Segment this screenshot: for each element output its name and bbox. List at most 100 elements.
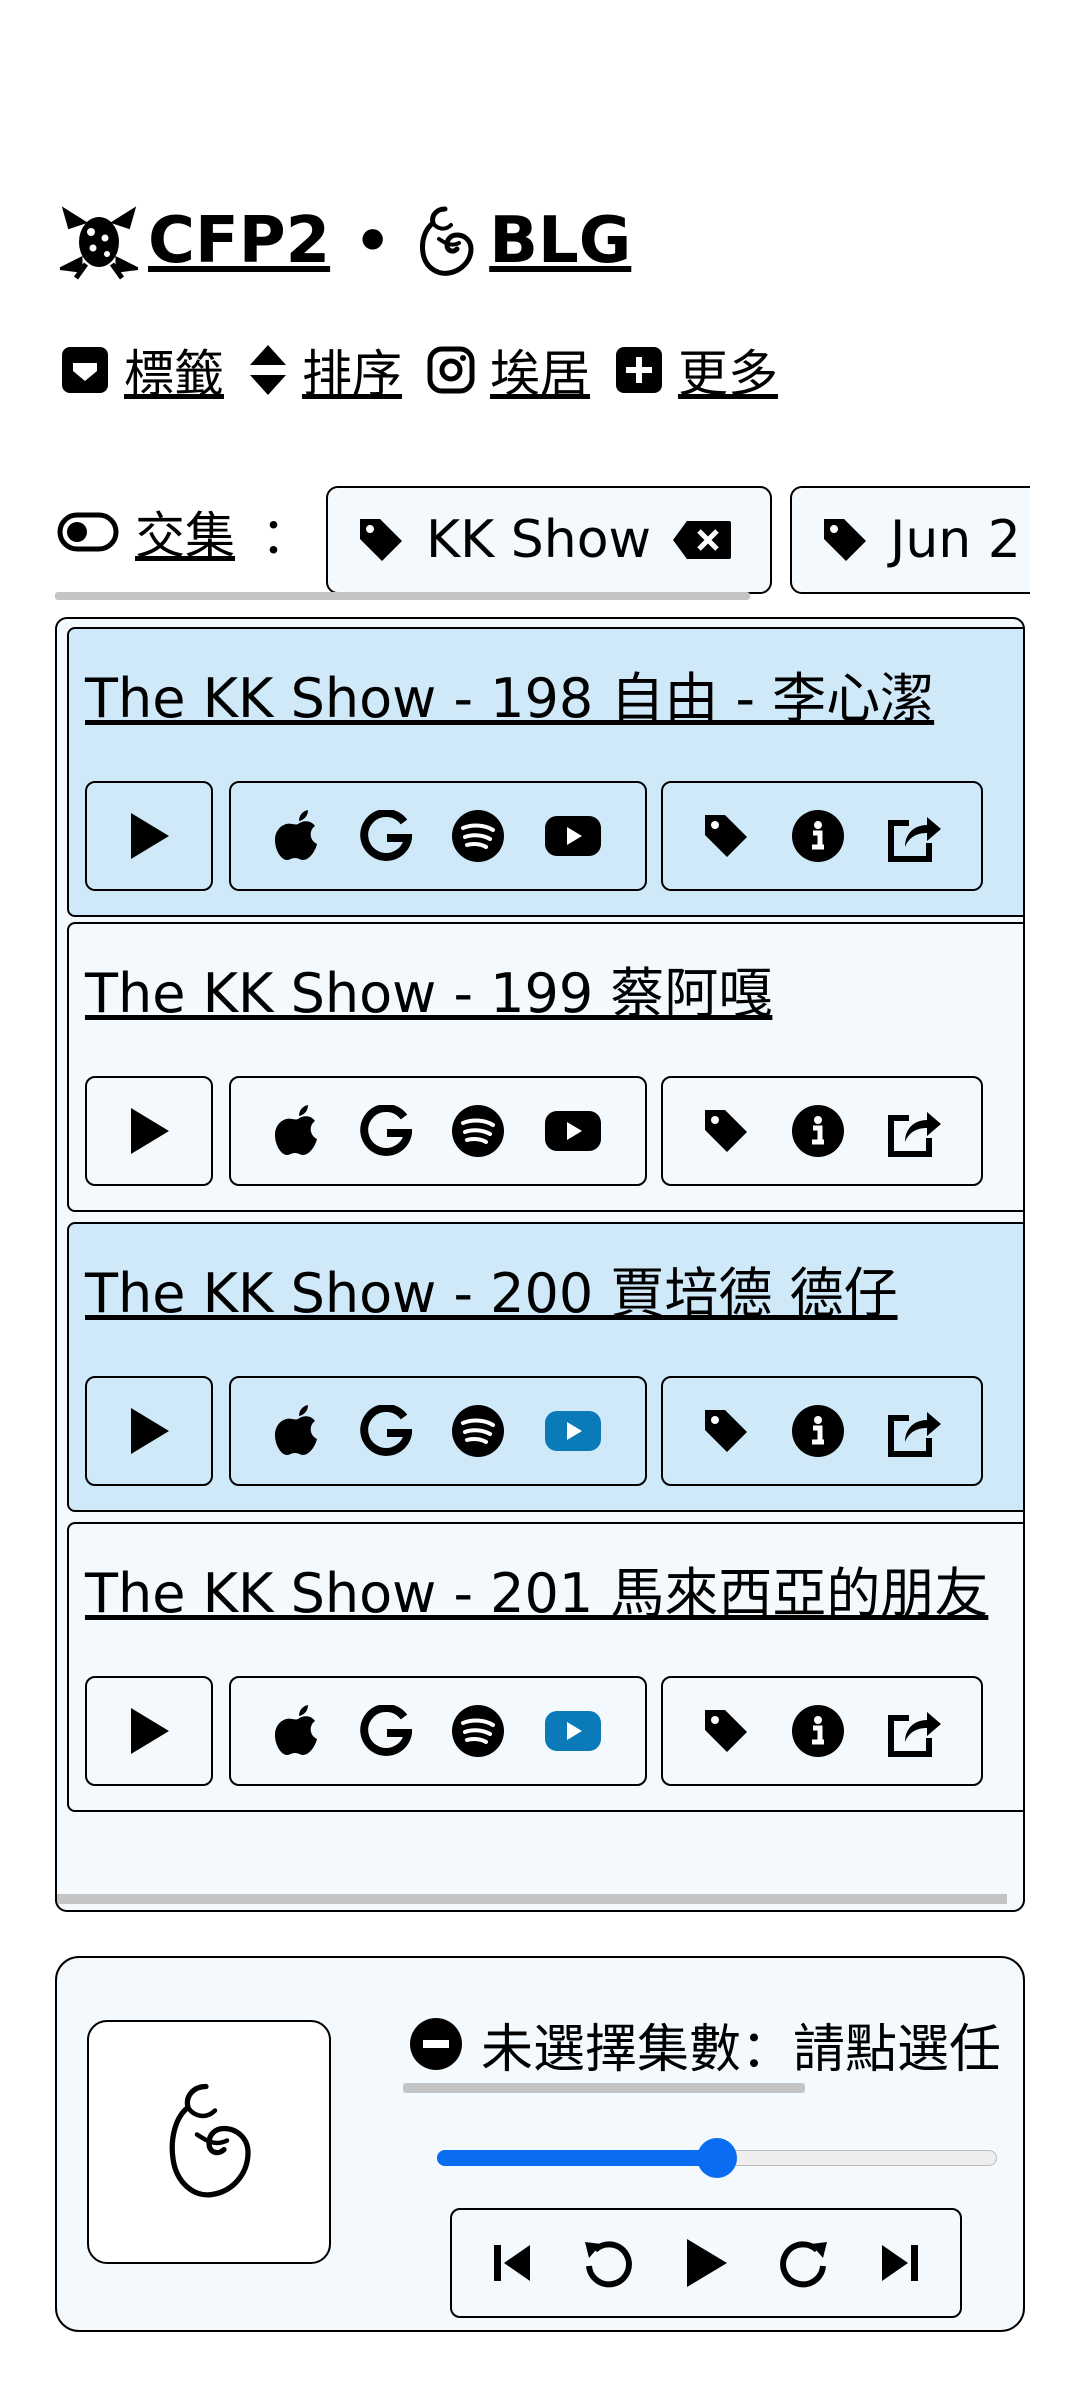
spotify-icon[interactable] — [451, 809, 505, 863]
ok-hand-icon — [169, 2083, 251, 2198]
filter-chip[interactable]: KK Show — [326, 486, 772, 594]
ok-hand-icon — [415, 203, 479, 279]
menu-sort[interactable]: 排序 — [248, 334, 402, 406]
list-scrollbar[interactable] — [57, 1894, 1007, 1904]
filter-chip[interactable]: Jun 2 — [790, 486, 1030, 594]
status-scrollbar[interactable] — [403, 2083, 805, 2093]
rewind-icon[interactable] — [581, 2236, 635, 2290]
app-header: CFP2 • BLG — [60, 196, 631, 286]
brand-link[interactable]: CFP2 — [148, 209, 330, 273]
episode-card: The KK Show - 201 馬來西亞的朋友 — [67, 1522, 1023, 1812]
now-playing-status: 未選擇集數：請點選任 — [409, 2014, 1021, 2074]
skip-back-icon[interactable] — [490, 2241, 534, 2285]
tag-icon[interactable] — [701, 1706, 751, 1756]
spotify-icon[interactable] — [451, 1404, 505, 1458]
share-icon[interactable] — [885, 1404, 943, 1458]
section-link[interactable]: BLG — [489, 209, 631, 273]
tag-icon[interactable] — [701, 811, 751, 861]
share-icon[interactable] — [885, 809, 943, 863]
top-menu: 標籤 排序 埃居 更多 — [60, 330, 802, 410]
episode-card: The KK Show - 199 蔡阿嘎 — [67, 922, 1023, 1212]
apple-icon[interactable] — [274, 810, 321, 862]
spotify-icon[interactable] — [451, 1104, 505, 1158]
tag-icon[interactable] — [701, 1406, 751, 1456]
spotify-icon[interactable] — [451, 1704, 505, 1758]
info-icon[interactable] — [791, 809, 845, 863]
intersection-label: 交集 — [135, 507, 235, 565]
tag-square-icon — [60, 345, 110, 395]
skip-forward-icon[interactable] — [878, 2241, 922, 2285]
apple-icon[interactable] — [274, 1405, 321, 1457]
episode-card: The KK Show - 198 自由 - 李心潔 — [67, 627, 1023, 917]
play-icon — [131, 1708, 169, 1754]
episode-tools — [661, 1076, 983, 1186]
platform-links — [229, 1076, 647, 1186]
episode-title[interactable]: The KK Show - 201 馬來西亞的朋友 — [85, 1562, 988, 1627]
frog-icon — [60, 202, 138, 280]
episode-title[interactable]: The KK Show - 200 賈培德 德仔 — [85, 1262, 898, 1327]
play-icon[interactable] — [683, 2237, 729, 2289]
filter-chip-label: KK Show — [426, 510, 652, 570]
episode-list: The KK Show - 198 自由 - 李心潔 The KK Show -… — [55, 617, 1025, 1912]
episode-title[interactable]: The KK Show - 198 自由 - 李心潔 — [85, 667, 934, 732]
platform-links — [229, 1376, 647, 1486]
filter-scrollbar[interactable] — [55, 592, 750, 600]
play-button[interactable] — [85, 1076, 213, 1186]
menu-tags-label: 標籤 — [124, 345, 224, 403]
platform-links — [229, 1676, 647, 1786]
google-icon[interactable] — [359, 1705, 412, 1757]
play-icon — [131, 1408, 169, 1454]
apple-icon[interactable] — [274, 1705, 321, 1757]
menu-more-label: 更多 — [678, 345, 778, 403]
episode-title[interactable]: The KK Show - 199 蔡阿嘎 — [85, 962, 772, 1027]
share-icon[interactable] — [885, 1104, 943, 1158]
episode-card: The KK Show - 200 賈培德 德仔 — [67, 1222, 1023, 1512]
google-icon[interactable] — [359, 810, 412, 862]
play-button[interactable] — [85, 781, 213, 891]
filter-chip-label: Jun 2 — [890, 510, 1021, 570]
google-icon[interactable] — [359, 1405, 412, 1457]
progress-fill — [437, 2150, 717, 2166]
episode-tools — [661, 1376, 983, 1486]
share-icon[interactable] — [885, 1704, 943, 1758]
filter-chips[interactable]: KK Show Jun 2 — [326, 486, 1030, 596]
progress-thumb[interactable] — [697, 2138, 737, 2178]
platform-links — [229, 781, 647, 891]
plus-square-icon — [614, 345, 664, 395]
google-icon[interactable] — [359, 1105, 412, 1157]
cover-art — [87, 2020, 331, 2264]
info-icon[interactable] — [791, 1104, 845, 1158]
minus-circle-icon — [409, 2017, 463, 2071]
youtube-icon[interactable] — [544, 1110, 602, 1152]
menu-sort-label: 排序 — [302, 345, 402, 403]
menu-tags[interactable]: 標籤 — [60, 334, 224, 406]
intersection-toggle[interactable]: 交集 ： — [57, 492, 311, 572]
info-icon[interactable] — [791, 1704, 845, 1758]
filter-colon: ： — [261, 507, 311, 565]
play-button[interactable] — [85, 1376, 213, 1486]
menu-instagram-label: 埃居 — [490, 345, 590, 403]
playback-controls — [450, 2208, 962, 2318]
audio-player: 未選擇集數：請點選任 — [55, 1956, 1025, 2332]
forward-icon[interactable] — [777, 2236, 831, 2290]
youtube-icon[interactable] — [544, 815, 602, 857]
toggle-icon — [57, 512, 119, 552]
play-button[interactable] — [85, 1676, 213, 1786]
sort-icon — [248, 343, 288, 397]
progress-slider[interactable] — [437, 2138, 997, 2178]
apple-icon[interactable] — [274, 1105, 321, 1157]
tag-icon — [356, 515, 406, 565]
header-separator: • — [354, 207, 392, 275]
youtube-icon[interactable] — [544, 1710, 602, 1752]
menu-more[interactable]: 更多 — [614, 334, 778, 406]
info-icon[interactable] — [791, 1404, 845, 1458]
status-text: 未選擇集數：請點選任 — [481, 2019, 1002, 2075]
backspace-icon[interactable] — [671, 519, 733, 561]
play-icon — [131, 1108, 169, 1154]
episode-tools — [661, 1676, 983, 1786]
youtube-icon[interactable] — [544, 1410, 602, 1452]
play-icon — [131, 813, 169, 859]
tag-icon[interactable] — [701, 1106, 751, 1156]
menu-instagram[interactable]: 埃居 — [426, 334, 590, 406]
filter-bar: 交集 ： KK Show Jun 2 — [0, 480, 1030, 600]
